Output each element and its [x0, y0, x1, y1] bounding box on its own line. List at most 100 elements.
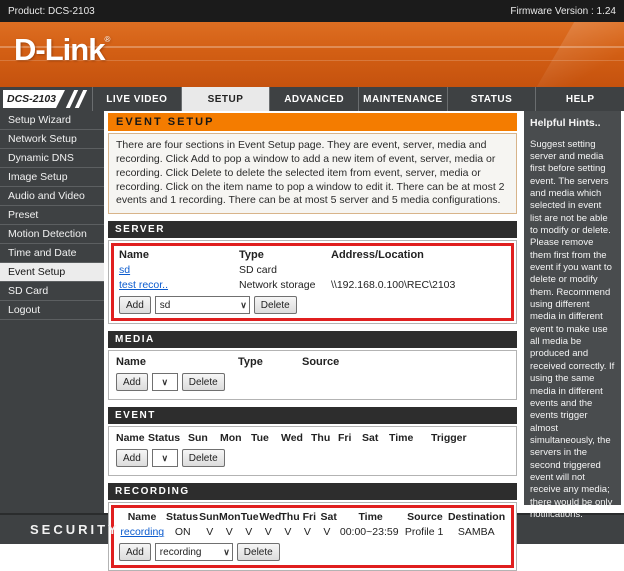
tab-advanced[interactable]: ADVANCED	[269, 87, 358, 111]
sidebar: Setup Wizard Network Setup Dynamic DNS I…	[0, 111, 104, 513]
recording-annotation-box: Name Status Sun Mon Tue Wed Thu Fri Sat …	[111, 505, 514, 568]
media-col-type: Type	[238, 355, 302, 370]
security-label: SECURITY	[30, 522, 120, 537]
tab-help[interactable]: HELP	[535, 87, 624, 111]
media-table-header: Name Type Source	[116, 355, 509, 370]
sidebar-item-audio-and-video[interactable]: Audio and Video	[0, 187, 104, 206]
server-annotation-box: Name Type Address/Location sd SD card te…	[111, 243, 514, 321]
event-col-tue: Tue	[251, 431, 281, 446]
event-table-header: Name Status Sun Mon Tue Wed Thu Fri Sat …	[116, 431, 509, 446]
tab-status[interactable]: STATUS	[447, 87, 536, 111]
server-select[interactable]: sd ∨	[155, 296, 250, 314]
sidebar-item-logout[interactable]: Logout	[0, 301, 104, 320]
sidebar-item-time-and-date[interactable]: Time and Date	[0, 244, 104, 263]
recording-col-sat: Sat	[319, 510, 338, 525]
sidebar-item-image-setup[interactable]: Image Setup	[0, 168, 104, 187]
recording-day-wed: V	[259, 525, 279, 540]
event-col-sun: Sun	[188, 431, 220, 446]
recording-select[interactable]: recording ∨	[155, 543, 233, 561]
dlink-logo-text: D-Link	[14, 32, 104, 67]
event-content: Name Status Sun Mon Tue Wed Thu Fri Sat …	[111, 429, 514, 473]
event-col-name: Name	[116, 431, 148, 446]
server-item-type: Network storage	[239, 278, 331, 293]
server-item-address	[331, 263, 506, 278]
product-label: Product: DCS-2103	[8, 6, 95, 17]
recording-time: 00:00~23:59	[337, 525, 402, 540]
event-add-button[interactable]: Add	[116, 449, 148, 467]
event-controls: Add ∨ Delete	[116, 449, 509, 467]
event-col-mon: Mon	[220, 431, 251, 446]
server-item-link-sd[interactable]: sd	[119, 264, 130, 276]
firmware-label: Firmware Version : 1.24	[510, 6, 616, 17]
event-delete-button[interactable]: Delete	[182, 449, 225, 467]
table-row: sd SD card	[119, 263, 506, 278]
recording-day-fri: V	[298, 525, 318, 540]
top-status-bar: Product: DCS-2103 Firmware Version : 1.2…	[0, 0, 624, 22]
recording-day-tue: V	[239, 525, 259, 540]
recording-col-sun: Sun	[199, 510, 219, 525]
sidebar-item-dynamic-dns[interactable]: Dynamic DNS	[0, 149, 104, 168]
recording-col-tue: Tue	[240, 510, 259, 525]
server-item-type: SD card	[239, 263, 331, 278]
helpful-hints-title: Helpful Hints..	[530, 117, 615, 131]
recording-status: ON	[166, 525, 200, 540]
recording-select-value: recording	[160, 547, 202, 558]
event-col-trigger: Trigger	[431, 431, 509, 446]
dlink-logo: D-Link®	[14, 32, 110, 68]
registered-mark: ®	[104, 35, 110, 44]
recording-section-header: RECORDING	[108, 483, 517, 500]
model-badge: DCS-2103	[3, 90, 65, 108]
tab-maintenance[interactable]: MAINTENANCE	[358, 87, 447, 111]
event-select[interactable]: ∨	[152, 449, 178, 467]
server-col-name: Name	[119, 248, 239, 263]
sidebar-item-motion-detection[interactable]: Motion Detection	[0, 225, 104, 244]
media-col-name: Name	[116, 355, 238, 370]
sidebar-item-preset[interactable]: Preset	[0, 206, 104, 225]
media-delete-button[interactable]: Delete	[182, 373, 225, 391]
main-content: EVENT SETUP There are four sections in E…	[104, 111, 521, 513]
recording-item-link[interactable]: recording	[120, 526, 164, 538]
media-add-button[interactable]: Add	[116, 373, 148, 391]
recording-col-name: Name	[119, 510, 165, 525]
nav-tabs: LIVE VIDEO SETUP ADVANCED MAINTENANCE ST…	[92, 87, 624, 111]
media-content: Name Type Source Add ∨ Delete	[111, 353, 514, 397]
event-col-status: Status	[148, 431, 188, 446]
recording-col-wed: Wed	[259, 510, 280, 525]
server-delete-button[interactable]: Delete	[254, 296, 297, 314]
chevron-down-icon: ∨	[162, 454, 169, 463]
recording-col-fri: Fri	[300, 510, 319, 525]
server-item-address: \\192.168.0.100\REC\2103	[331, 278, 506, 293]
event-col-sat: Sat	[362, 431, 389, 446]
table-row: test recor.. Network storage \\192.168.0…	[119, 278, 506, 293]
recording-delete-button[interactable]: Delete	[237, 543, 280, 561]
helpful-hints-body: Suggest setting server and media first b…	[530, 139, 615, 522]
recording-col-source: Source	[403, 510, 447, 525]
event-col-time: Time	[389, 431, 431, 446]
recording-col-destination: Destination	[447, 510, 506, 525]
server-item-link-test-recor[interactable]: test recor..	[119, 279, 168, 291]
media-select[interactable]: ∨	[152, 373, 178, 391]
media-section: Name Type Source Add ∨ Delete	[108, 350, 517, 400]
server-add-button[interactable]: Add	[119, 296, 151, 314]
server-section-header: SERVER	[108, 221, 517, 238]
sidebar-item-event-setup[interactable]: Event Setup	[0, 263, 104, 282]
server-table-header: Name Type Address/Location	[119, 248, 506, 263]
helpful-hints-panel: Helpful Hints.. Suggest setting server a…	[524, 111, 621, 505]
recording-add-button[interactable]: Add	[119, 543, 151, 561]
sidebar-item-network-setup[interactable]: Network Setup	[0, 130, 104, 149]
nav-model-area: DCS-2103	[0, 87, 92, 111]
chevron-down-icon: ∨	[223, 548, 230, 557]
page-body: Setup Wizard Network Setup Dynamic DNS I…	[0, 111, 624, 513]
event-section: Name Status Sun Mon Tue Wed Thu Fri Sat …	[108, 426, 517, 476]
sidebar-item-setup-wizard[interactable]: Setup Wizard	[0, 111, 104, 130]
recording-source: Profile 1	[402, 525, 447, 540]
server-select-value: sd	[160, 300, 171, 311]
sidebar-item-sd-card[interactable]: SD Card	[0, 282, 104, 301]
tab-setup[interactable]: SETUP	[181, 87, 270, 111]
chevron-down-icon: ∨	[162, 378, 169, 387]
recording-day-sat: V	[317, 525, 337, 540]
tab-live-video[interactable]: LIVE VIDEO	[92, 87, 181, 111]
recording-col-thu: Thu	[280, 510, 299, 525]
event-col-wed: Wed	[281, 431, 311, 446]
event-section-header: EVENT	[108, 407, 517, 424]
